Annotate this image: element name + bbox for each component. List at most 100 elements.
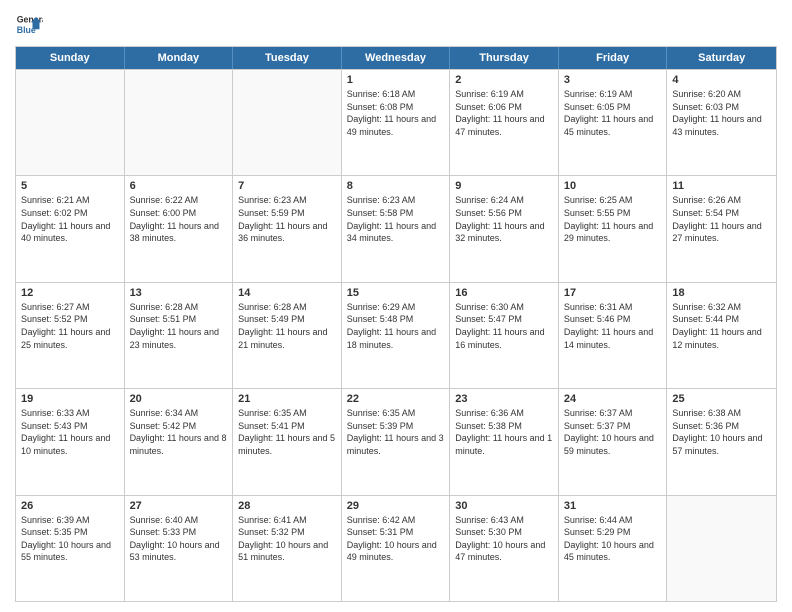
calendar-cell-empty — [16, 70, 125, 175]
logo: General Blue — [15, 10, 43, 38]
calendar: SundayMondayTuesdayWednesdayThursdayFrid… — [15, 46, 777, 602]
calendar-cell-18: 18Sunrise: 6:32 AM Sunset: 5:44 PM Dayli… — [667, 283, 776, 388]
day-header-sunday: Sunday — [16, 47, 125, 69]
calendar-cell-30: 30 Sunrise: 6:43 AM Sunset: 5:30 PM Dayli… — [450, 496, 559, 601]
cell-day-number: 12 — [21, 287, 119, 299]
cell-day-number: 21 — [238, 393, 336, 405]
header: General Blue — [15, 10, 777, 38]
calendar-week-2: 12 Sunrise: 6:27 AM Sunset: 5:52 PM Dayli… — [16, 282, 776, 388]
cell-info: Sunrise: 6:33 AM Sunset: 5:43 PM Dayligh… — [21, 407, 119, 457]
cell-info: Sunrise: 6:36 AM Sunset: 5:38 PM Dayligh… — [455, 407, 553, 457]
cell-info: Sunrise: 6:26 AM Sunset: 5:54 PM Dayligh… — [672, 194, 771, 244]
calendar-cell-1: 1 Sunrise: 6:18 AM Sunset: 6:08 PM Daylig… — [342, 70, 451, 175]
calendar-cell-26: 26 Sunrise: 6:39 AM Sunset: 5:35 PM Dayli… — [16, 496, 125, 601]
calendar-cell-31: 31 Sunrise: 6:44 AM Sunset: 5:29 PM Dayli… — [559, 496, 668, 601]
cell-day-number: 9 — [455, 180, 553, 192]
cell-day-number: 5 — [21, 180, 119, 192]
cell-day-number: 25 — [672, 393, 771, 405]
cell-info: Sunrise: 6:18 AM Sunset: 6:08 PM Dayligh… — [347, 88, 445, 138]
calendar-cell-empty — [667, 496, 776, 601]
cell-day-number: 14 — [238, 287, 336, 299]
calendar-header-row: SundayMondayTuesdayWednesdayThursdayFrid… — [16, 47, 776, 69]
cell-day-number: 3 — [564, 74, 662, 86]
calendar-cell-25: 25Sunrise: 6:38 AM Sunset: 5:36 PM Dayli… — [667, 389, 776, 494]
cell-info: Sunrise: 6:25 AM Sunset: 5:55 PM Dayligh… — [564, 194, 662, 244]
calendar-cell-2: 2 Sunrise: 6:19 AM Sunset: 6:06 PM Daylig… — [450, 70, 559, 175]
calendar-cell-21: 21Sunrise: 6:35 AM Sunset: 5:41 PM Dayli… — [233, 389, 342, 494]
day-header-monday: Monday — [125, 47, 234, 69]
cell-day-number: 23 — [455, 393, 553, 405]
cell-day-number: 26 — [21, 500, 119, 512]
cell-info: Sunrise: 6:19 AM Sunset: 6:06 PM Dayligh… — [455, 88, 553, 138]
calendar-cell-16: 16 Sunrise: 6:30 AM Sunset: 5:47 PM Dayli… — [450, 283, 559, 388]
cell-info: Sunrise: 6:44 AM Sunset: 5:29 PM Dayligh… — [564, 514, 662, 564]
cell-info: Sunrise: 6:24 AM Sunset: 5:56 PM Dayligh… — [455, 194, 553, 244]
calendar-cell-8: 8 Sunrise: 6:23 AM Sunset: 5:58 PM Daylig… — [342, 176, 451, 281]
cell-day-number: 11 — [672, 180, 771, 192]
cell-day-number: 2 — [455, 74, 553, 86]
cell-info: Sunrise: 6:43 AM Sunset: 5:30 PM Dayligh… — [455, 514, 553, 564]
cell-day-number: 28 — [238, 500, 336, 512]
page: General Blue SundayMondayTuesdayWednesda… — [0, 0, 792, 612]
cell-info: Sunrise: 6:42 AM Sunset: 5:31 PM Dayligh… — [347, 514, 445, 564]
cell-info: Sunrise: 6:27 AM Sunset: 5:52 PM Dayligh… — [21, 301, 119, 351]
cell-day-number: 1 — [347, 74, 445, 86]
cell-info: Sunrise: 6:39 AM Sunset: 5:35 PM Dayligh… — [21, 514, 119, 564]
cell-info: Sunrise: 6:28 AM Sunset: 5:51 PM Dayligh… — [130, 301, 228, 351]
calendar-cell-4: 4 Sunrise: 6:20 AM Sunset: 6:03 PM Daylig… — [667, 70, 776, 175]
calendar-cell-15: 15 Sunrise: 6:29 AM Sunset: 5:48 PM Dayli… — [342, 283, 451, 388]
cell-day-number: 16 — [455, 287, 553, 299]
cell-day-number: 22 — [347, 393, 445, 405]
calendar-cell-6: 6 Sunrise: 6:22 AM Sunset: 6:00 PM Daylig… — [125, 176, 234, 281]
calendar-cell-12: 12 Sunrise: 6:27 AM Sunset: 5:52 PM Dayli… — [16, 283, 125, 388]
calendar-cell-empty — [125, 70, 234, 175]
cell-day-number: 19 — [21, 393, 119, 405]
cell-info: Sunrise: 6:23 AM Sunset: 5:58 PM Dayligh… — [347, 194, 445, 244]
cell-day-number: 31 — [564, 500, 662, 512]
calendar-cell-24: 24 Sunrise: 6:37 AM Sunset: 5:37 PM Dayli… — [559, 389, 668, 494]
cell-info: Sunrise: 6:32 AM Sunset: 5:44 PM Dayligh… — [672, 301, 771, 351]
cell-day-number: 30 — [455, 500, 553, 512]
calendar-cell-27: 27 Sunrise: 6:40 AM Sunset: 5:33 PM Dayli… — [125, 496, 234, 601]
cell-day-number: 20 — [130, 393, 228, 405]
cell-info: Sunrise: 6:20 AM Sunset: 6:03 PM Dayligh… — [672, 88, 771, 138]
cell-day-number: 13 — [130, 287, 228, 299]
cell-day-number: 27 — [130, 500, 228, 512]
cell-day-number: 8 — [347, 180, 445, 192]
calendar-week-3: 19 Sunrise: 6:33 AM Sunset: 5:43 PM Dayli… — [16, 388, 776, 494]
cell-info: Sunrise: 6:40 AM Sunset: 5:33 PM Dayligh… — [130, 514, 228, 564]
cell-info: Sunrise: 6:22 AM Sunset: 6:00 PM Dayligh… — [130, 194, 228, 244]
cell-info: Sunrise: 6:37 AM Sunset: 5:37 PM Dayligh… — [564, 407, 662, 457]
cell-info: Sunrise: 6:29 AM Sunset: 5:48 PM Dayligh… — [347, 301, 445, 351]
calendar-body: 1 Sunrise: 6:18 AM Sunset: 6:08 PM Daylig… — [16, 69, 776, 601]
day-header-tuesday: Tuesday — [233, 47, 342, 69]
calendar-cell-9: 9 Sunrise: 6:24 AM Sunset: 5:56 PM Daylig… — [450, 176, 559, 281]
calendar-cell-empty — [233, 70, 342, 175]
cell-day-number: 15 — [347, 287, 445, 299]
cell-info: Sunrise: 6:23 AM Sunset: 5:59 PM Dayligh… — [238, 194, 336, 244]
day-header-thursday: Thursday — [450, 47, 559, 69]
cell-day-number: 29 — [347, 500, 445, 512]
calendar-cell-17: 17Sunrise: 6:31 AM Sunset: 5:46 PM Dayli… — [559, 283, 668, 388]
cell-day-number: 6 — [130, 180, 228, 192]
day-header-saturday: Saturday — [667, 47, 776, 69]
cell-day-number: 17 — [564, 287, 662, 299]
calendar-cell-23: 23 Sunrise: 6:36 AM Sunset: 5:38 PM Dayli… — [450, 389, 559, 494]
calendar-cell-5: 5Sunrise: 6:21 AM Sunset: 6:02 PM Daylig… — [16, 176, 125, 281]
calendar-week-1: 5Sunrise: 6:21 AM Sunset: 6:02 PM Daylig… — [16, 175, 776, 281]
calendar-cell-7: 7 Sunrise: 6:23 AM Sunset: 5:59 PM Daylig… — [233, 176, 342, 281]
cell-info: Sunrise: 6:30 AM Sunset: 5:47 PM Dayligh… — [455, 301, 553, 351]
cell-day-number: 4 — [672, 74, 771, 86]
cell-info: Sunrise: 6:34 AM Sunset: 5:42 PM Dayligh… — [130, 407, 228, 457]
cell-day-number: 10 — [564, 180, 662, 192]
cell-info: Sunrise: 6:35 AM Sunset: 5:39 PM Dayligh… — [347, 407, 445, 457]
calendar-cell-14: 14 Sunrise: 6:28 AM Sunset: 5:49 PM Dayli… — [233, 283, 342, 388]
calendar-cell-10: 10 Sunrise: 6:25 AM Sunset: 5:55 PM Dayli… — [559, 176, 668, 281]
calendar-cell-11: 11 Sunrise: 6:26 AM Sunset: 5:54 PM Dayli… — [667, 176, 776, 281]
day-header-friday: Friday — [559, 47, 668, 69]
cell-day-number: 24 — [564, 393, 662, 405]
cell-day-number: 7 — [238, 180, 336, 192]
cell-info: Sunrise: 6:28 AM Sunset: 5:49 PM Dayligh… — [238, 301, 336, 351]
calendar-week-4: 26 Sunrise: 6:39 AM Sunset: 5:35 PM Dayli… — [16, 495, 776, 601]
calendar-cell-13: 13 Sunrise: 6:28 AM Sunset: 5:51 PM Dayli… — [125, 283, 234, 388]
